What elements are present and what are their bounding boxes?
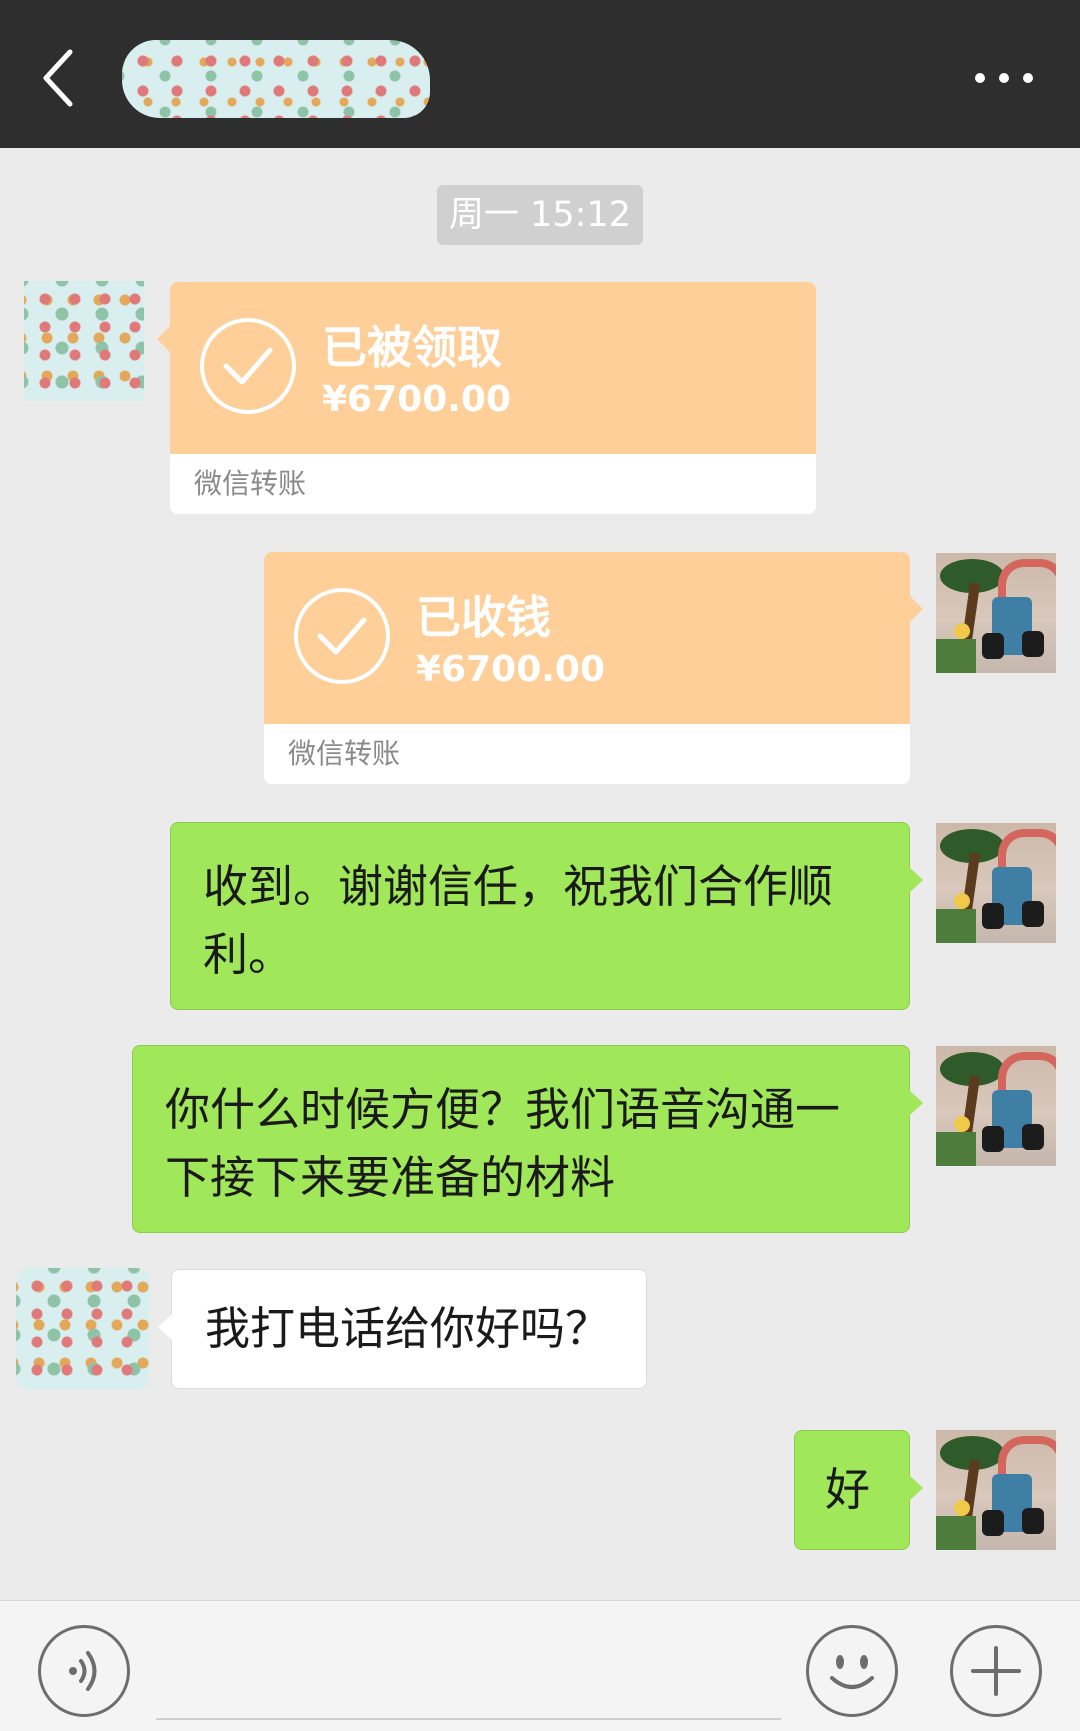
back-button[interactable] bbox=[30, 38, 90, 118]
transfer-source-label: 微信转账 bbox=[288, 737, 401, 770]
bubble-tail bbox=[158, 1314, 172, 1340]
transfer-source-label: 微信转账 bbox=[194, 467, 307, 500]
bubble-tail bbox=[157, 326, 170, 352]
message-text-line: 我打电话给你好吗？ bbox=[205, 1302, 611, 1355]
avatar-photo-detail bbox=[954, 893, 970, 909]
message-bubble-outgoing[interactable]: 好 bbox=[794, 1430, 923, 1550]
obscured-contact-name bbox=[122, 40, 430, 118]
transfer-amount: ¥6700.00 bbox=[416, 649, 606, 690]
message-bubble-outgoing[interactable]: 收到。谢谢信任，祝我们合作顺 利。 bbox=[170, 822, 923, 1010]
input-toolbar bbox=[0, 1600, 1080, 1731]
voice-icon bbox=[69, 1651, 97, 1691]
avatar-photo-detail bbox=[936, 639, 976, 673]
avatar-photo-detail bbox=[982, 633, 1004, 659]
message-text-line: 下接下来要准备的材料 bbox=[165, 1151, 616, 1204]
avatar-photo-detail bbox=[1022, 1124, 1044, 1150]
transfer-card-top: 已被领取 ¥6700.00 bbox=[170, 282, 816, 454]
ellipsis-icon bbox=[975, 73, 1033, 83]
top-bar bbox=[0, 0, 1080, 148]
user-avatar[interactable] bbox=[936, 553, 1056, 673]
avatar-photo-detail bbox=[998, 829, 1056, 867]
avatar-photo-detail bbox=[982, 903, 1004, 929]
user-avatar[interactable] bbox=[936, 1046, 1056, 1166]
avatar-photo-detail bbox=[936, 909, 976, 943]
message-text-line: 好 bbox=[825, 1463, 871, 1516]
message-text-line: 你什么时候方便？我们语音沟通一 bbox=[165, 1083, 841, 1136]
plus-icon bbox=[971, 1646, 1021, 1696]
transfer-status: 已被领取 bbox=[322, 321, 503, 374]
bubble-tail bbox=[909, 1475, 923, 1501]
avatar-photo-detail bbox=[936, 1132, 976, 1166]
transfer-amount: ¥6700.00 bbox=[322, 379, 512, 420]
user-avatar[interactable] bbox=[936, 1430, 1056, 1550]
avatar-photo-detail bbox=[954, 1116, 970, 1132]
avatar-photo-detail bbox=[998, 1052, 1056, 1090]
transfer-card-footer: 微信转账 bbox=[170, 454, 816, 514]
avatar-photo-detail bbox=[982, 1126, 1004, 1152]
avatar-photo-detail bbox=[998, 559, 1056, 597]
check-icon bbox=[200, 318, 296, 414]
avatar-photo-detail bbox=[1022, 631, 1044, 657]
plus-button[interactable] bbox=[950, 1625, 1042, 1717]
message-text-line: 利。 bbox=[203, 928, 294, 981]
avatar-photo-detail bbox=[1022, 901, 1044, 927]
avatar-photo-detail bbox=[982, 1510, 1004, 1536]
avatar-photo-detail bbox=[954, 623, 970, 639]
contact-avatar[interactable] bbox=[16, 1268, 150, 1390]
avatar-photo-detail bbox=[954, 1500, 970, 1516]
smiley-icon bbox=[830, 1655, 874, 1689]
bubble-tail bbox=[909, 1090, 923, 1116]
check-icon bbox=[294, 588, 390, 684]
transfer-card-footer: 微信转账 bbox=[264, 724, 910, 784]
chevron-left-icon bbox=[43, 49, 73, 107]
bubble-tail bbox=[909, 867, 923, 893]
contact-avatar[interactable] bbox=[24, 281, 144, 401]
transfer-card-received[interactable]: 已被领取 ¥6700.00 微信转账 bbox=[157, 282, 816, 514]
avatar-photo-detail bbox=[936, 1516, 976, 1550]
message-input[interactable] bbox=[156, 1718, 781, 1720]
transfer-card-collected[interactable]: 已收钱 ¥6700.00 微信转账 bbox=[264, 552, 923, 784]
message-text-line: 收到。谢谢信任，祝我们合作顺 bbox=[203, 860, 834, 913]
more-button[interactable] bbox=[968, 60, 1040, 96]
transfer-status: 已收钱 bbox=[416, 591, 552, 644]
timestamp-label: 周一 15:12 bbox=[437, 185, 643, 245]
message-bubble-incoming[interactable]: 我打电话给你好吗？ bbox=[158, 1269, 647, 1389]
emoji-button[interactable] bbox=[806, 1625, 898, 1717]
voice-button[interactable] bbox=[38, 1625, 130, 1717]
message-bubble-outgoing[interactable]: 你什么时候方便？我们语音沟通一 下接下来要准备的材料 bbox=[132, 1045, 923, 1233]
user-avatar[interactable] bbox=[936, 823, 1056, 943]
transfer-card-top: 已收钱 ¥6700.00 bbox=[264, 552, 910, 724]
bubble-tail bbox=[910, 596, 923, 622]
avatar-photo-detail bbox=[1022, 1508, 1044, 1534]
avatar-photo-detail bbox=[998, 1436, 1056, 1474]
